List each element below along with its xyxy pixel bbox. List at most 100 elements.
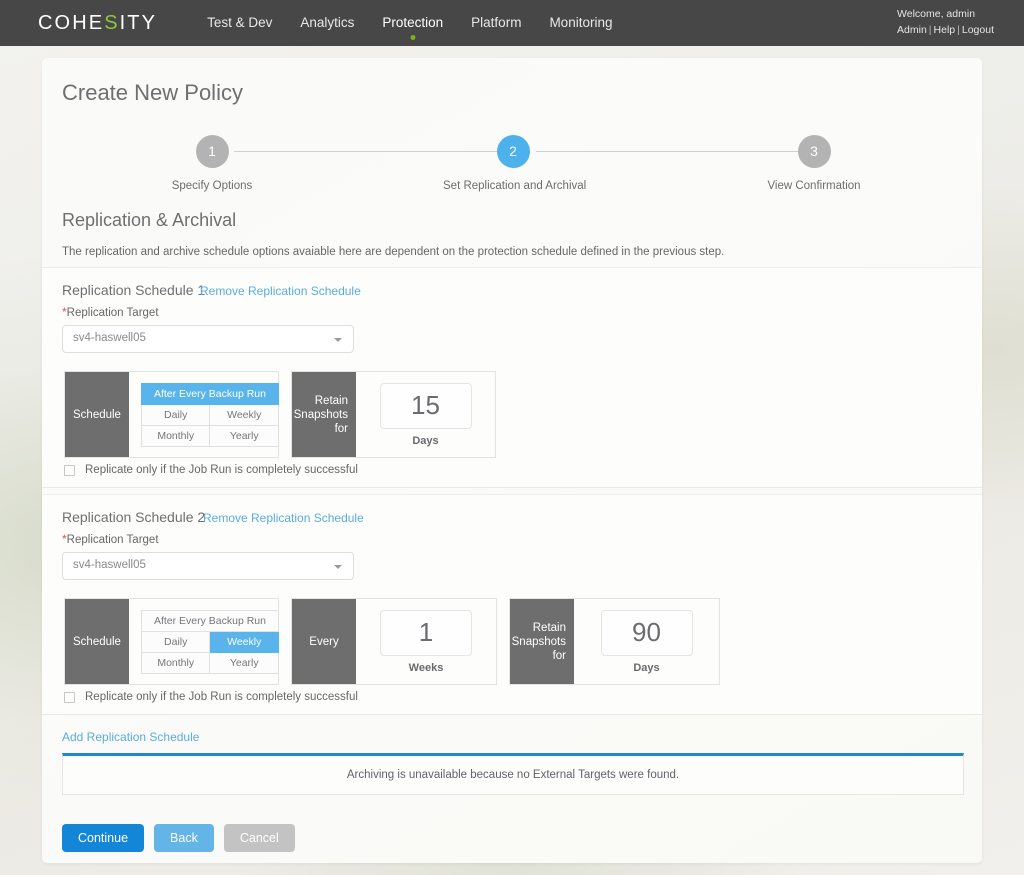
step-3-number: 3: [797, 135, 831, 168]
schedule-2-retention-widget: Retain Snapshots for 90 Days: [509, 598, 720, 685]
schedule-2-freq-after-every-backup-run[interactable]: After Every Backup Run: [140, 609, 279, 632]
schedule-1-success-only-row[interactable]: Replicate only if the Job Run is complet…: [64, 464, 358, 476]
schedule-1-retain-input[interactable]: 15: [379, 382, 472, 429]
schedule-2-freq-daily[interactable]: Daily: [140, 631, 211, 653]
nav-item-platform[interactable]: Platform: [457, 0, 535, 46]
schedule-2-success-only-row[interactable]: Replicate only if the Job Run is complet…: [64, 691, 358, 703]
schedule-1-frequency-body: After Every Backup Run Daily Weekly Mont…: [129, 372, 291, 457]
schedule-2-target-value: sv4-haswell05: [73, 559, 146, 571]
schedule-2-retain-input[interactable]: 90: [600, 609, 693, 656]
user-links: Admin | Help | Logout: [897, 23, 994, 38]
replication-schedule-2-block: Replication Schedule 2 Remove Replicatio…: [42, 494, 982, 715]
nav-item-protection[interactable]: Protection: [368, 0, 457, 46]
step-1-label: Specify Options: [171, 180, 253, 192]
schedule-2-every-input[interactable]: 1: [380, 609, 472, 656]
remove-replication-schedule-1-link[interactable]: Remove Replication Schedule: [200, 284, 361, 298]
replication-schedule-1-block: Replication Schedule 1 Remove Replicatio…: [42, 267, 982, 488]
schedule-1-frequency-grid: After Every Backup Run Daily Weekly Mont…: [140, 382, 279, 447]
schedule-2-retain-label: Retain Snapshots for: [510, 599, 574, 684]
schedule-2-frequency-grid: After Every Backup Run Daily Weekly Mont…: [140, 609, 279, 674]
schedule-2-target-select[interactable]: sv4-haswell05: [62, 552, 354, 580]
continue-button[interactable]: Continue: [62, 824, 145, 852]
chevron-down-icon: [334, 338, 342, 342]
nav-label: Platform: [471, 15, 522, 30]
nav-label: Protection: [382, 15, 444, 30]
step-2-number: 2: [496, 135, 530, 168]
schedule-1-retain-unit: Days: [412, 434, 439, 447]
section-description: The replication and archive schedule opt…: [62, 246, 725, 258]
page-title: Create New Policy: [62, 80, 243, 105]
archiving-unavailable-banner: Archiving is unavailable because no Exte…: [62, 753, 964, 795]
schedule-2-every-label: Every: [292, 599, 356, 684]
wizard-footer-buttons: Continue Back Cancel: [62, 824, 305, 852]
link-separator-1: |: [928, 24, 932, 36]
schedule-2-success-only-checkbox[interactable]: [64, 691, 75, 703]
stepper-step-2[interactable]: 2 Set Replication and Archival: [443, 124, 587, 192]
schedule-1-retain-stepper: 15 Days: [379, 382, 472, 447]
help-link[interactable]: Help: [934, 24, 956, 36]
logo-text-accent: S: [104, 11, 120, 34]
user-menu: Welcome, admin Admin | Help | Logout: [897, 7, 994, 38]
schedule-2-every-body: 1 Weeks: [356, 599, 496, 684]
schedule-1-target-select[interactable]: sv4-haswell05: [62, 325, 354, 353]
schedule-2-widget-row: Schedule After Every Backup Run Daily We…: [64, 598, 732, 685]
step-2-label: Set Replication and Archival: [443, 180, 587, 192]
stepper-step-3[interactable]: 3 View Confirmation: [744, 124, 884, 192]
schedule-1-frequency-widget: Schedule After Every Backup Run Daily We…: [64, 371, 279, 458]
schedule-1-target-label: *Replication Target: [62, 305, 159, 319]
schedule-2-retain-unit: Days: [633, 661, 660, 674]
wizard-stepper: 1 Specify Options 2 Set Replication and …: [42, 124, 982, 198]
step-1-number: 1: [195, 135, 229, 168]
schedule-1-retention-widget: Retain Snapshots for 15 Days: [291, 371, 496, 458]
nav-item-monitoring[interactable]: Monitoring: [535, 0, 626, 46]
schedule-2-freq-monthly[interactable]: Monthly: [140, 652, 211, 674]
schedule-2-every-unit: Weeks: [408, 661, 444, 674]
schedule-1-freq-weekly[interactable]: Weekly: [210, 404, 279, 426]
active-nav-dot-icon: [410, 35, 416, 40]
nav-item-analytics[interactable]: Analytics: [286, 0, 368, 46]
freq-row-3: Monthly Yearly: [140, 652, 279, 674]
cancel-button[interactable]: Cancel: [223, 824, 295, 852]
schedule-1-freq-yearly[interactable]: Yearly: [210, 425, 279, 447]
create-policy-card: Create New Policy 1 Specify Options 2 Se…: [42, 58, 982, 863]
welcome-text: Welcome, admin: [897, 8, 976, 20]
schedule-2-freq-weekly[interactable]: Weekly: [210, 631, 279, 653]
nav-item-test-and-dev[interactable]: Test & Dev: [193, 0, 286, 46]
schedule-2-freq-yearly[interactable]: Yearly: [210, 652, 279, 674]
schedule-1-widget-row: Schedule After Every Backup Run Daily We…: [64, 371, 508, 458]
schedule-2-schedule-label: Schedule: [65, 599, 129, 684]
target-label-text: Replication Target: [66, 534, 159, 546]
target-label-text: Replication Target: [66, 307, 159, 319]
schedule-1-retain-label: Retain Snapshots for: [292, 372, 356, 457]
admin-link[interactable]: Admin: [897, 24, 927, 36]
stepper-step-1[interactable]: 1 Specify Options: [142, 124, 282, 192]
step-3-label: View Confirmation: [767, 180, 861, 192]
freq-row-1: After Every Backup Run: [140, 609, 279, 632]
schedule-1-title: Replication Schedule 1: [62, 282, 206, 298]
nav-label: Analytics: [300, 15, 355, 30]
link-separator-2: |: [957, 24, 960, 36]
schedule-1-target-value: sv4-haswell05: [73, 332, 146, 344]
top-navigation-bar: COHESITY Test & Dev Analytics Protection…: [0, 0, 1024, 46]
freq-row-1: After Every Backup Run: [140, 382, 279, 405]
schedule-1-freq-after-every-backup-run[interactable]: After Every Backup Run: [140, 382, 279, 405]
schedule-2-retain-body: 90 Days: [574, 599, 719, 684]
back-button[interactable]: Back: [154, 824, 214, 852]
schedule-1-freq-monthly[interactable]: Monthly: [140, 425, 211, 447]
schedule-2-success-only-label: Replicate only if the Job Run is complet…: [85, 691, 358, 703]
logout-link[interactable]: Logout: [962, 24, 994, 36]
schedule-1-retain-body: 15 Days: [356, 372, 495, 457]
chevron-down-icon: [334, 565, 342, 569]
logo-text-post: ITY: [119, 11, 158, 34]
schedule-1-success-only-label: Replicate only if the Job Run is complet…: [85, 464, 358, 476]
remove-replication-schedule-2-link[interactable]: Remove Replication Schedule: [203, 511, 364, 525]
schedule-1-freq-daily[interactable]: Daily: [140, 404, 211, 426]
freq-row-2: Daily Weekly: [140, 404, 279, 426]
schedule-1-schedule-label: Schedule: [65, 372, 129, 457]
freq-row-3: Monthly Yearly: [140, 425, 279, 447]
add-replication-schedule-link[interactable]: Add Replication Schedule: [62, 730, 199, 744]
cohesity-logo[interactable]: COHESITY: [38, 12, 157, 35]
schedule-2-every-stepper: 1 Weeks: [380, 609, 472, 674]
schedule-1-success-only-checkbox[interactable]: [64, 464, 75, 476]
schedule-2-frequency-body: After Every Backup Run Daily Weekly Mont…: [129, 599, 291, 684]
